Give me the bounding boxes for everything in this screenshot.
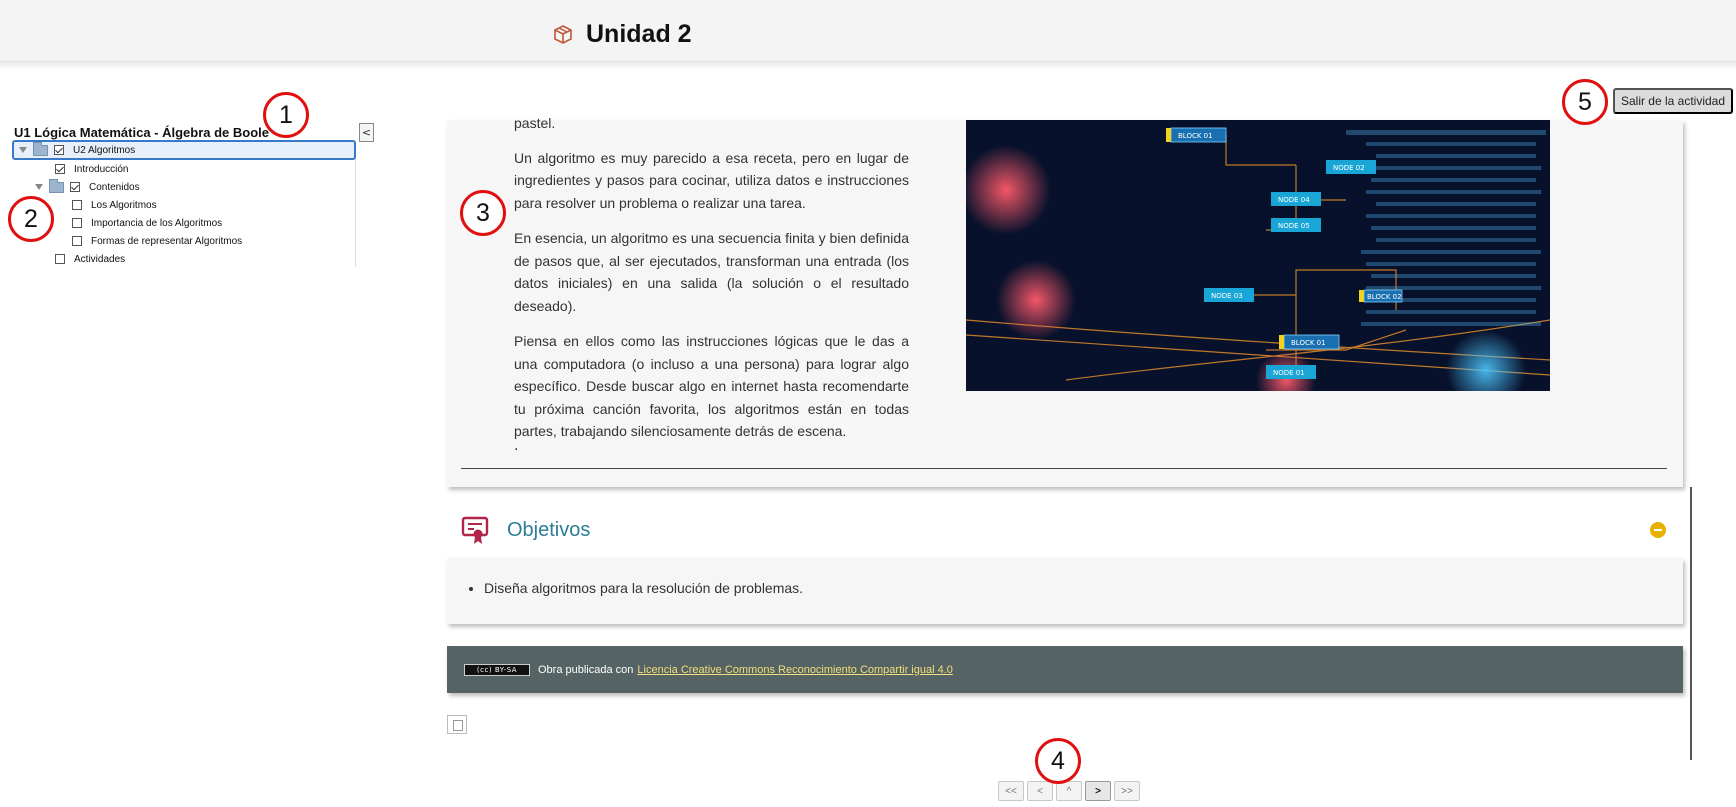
checkbox-icon bbox=[72, 200, 82, 210]
annotation-marker-3: 3 bbox=[460, 190, 506, 236]
tree-item-label: Formas de representar Algoritmos bbox=[91, 235, 243, 247]
top-bar: Unidad 2 bbox=[0, 0, 1736, 62]
paragraph-1: Un algoritmo es muy parecido a esa recet… bbox=[514, 149, 909, 211]
collapse-minus-icon[interactable] bbox=[1650, 522, 1666, 538]
pagination: << < ^ > >> bbox=[998, 781, 1140, 801]
cc-badge-label: BY-SA bbox=[494, 665, 518, 674]
page-edge bbox=[0, 62, 1736, 70]
tree-item-label: Importancia de los Algoritmos bbox=[91, 217, 223, 229]
folder-icon bbox=[49, 178, 64, 193]
annotation-marker-1: 1 bbox=[263, 92, 309, 138]
up-level-button[interactable]: ^ bbox=[1056, 781, 1082, 801]
license-text: Obra publicada con bbox=[538, 663, 634, 676]
image-label: NODE 05 bbox=[1278, 222, 1310, 230]
first-page-button[interactable]: << bbox=[998, 781, 1024, 801]
license-footer: (cc) BY-SA Obra publicada con Licencia C… bbox=[447, 646, 1683, 693]
tree-item-label: Actividades bbox=[74, 253, 126, 265]
tree-item-introduccion[interactable]: Introducción bbox=[55, 160, 128, 178]
trailing-dot: . bbox=[514, 438, 519, 454]
cc-license-badge: (cc) BY-SA bbox=[464, 663, 530, 676]
next-page-button[interactable]: > bbox=[1085, 781, 1111, 801]
content-text: pastel. Un algoritmo es muy parecido a e… bbox=[514, 115, 909, 456]
page-title: Unidad 2 bbox=[586, 20, 692, 48]
list-item: Diseña algoritmos para la resolución de … bbox=[484, 580, 803, 596]
license-link[interactable]: Licencia Creative Commons Reconocimiento… bbox=[637, 664, 952, 676]
checkbox-checked-icon bbox=[55, 164, 65, 174]
cc-icon: (cc) bbox=[476, 665, 495, 674]
image-label: BLOCK 02 bbox=[1367, 293, 1402, 301]
checkbox-icon bbox=[72, 218, 82, 228]
image-label: NODE 02 bbox=[1333, 164, 1365, 172]
paragraph-3: Piensa en ellos como las instrucciones l… bbox=[514, 333, 909, 439]
content-divider bbox=[461, 468, 1667, 469]
image-label: NODE 04 bbox=[1278, 196, 1310, 204]
checkbox-icon bbox=[55, 254, 65, 264]
image-label: NODE 03 bbox=[1211, 292, 1243, 300]
tree-item-u2-algoritmos[interactable]: U2 Algoritmos bbox=[12, 140, 356, 160]
prev-page-button[interactable]: < bbox=[1027, 781, 1053, 801]
tree-divider bbox=[355, 142, 356, 267]
tree-item-label: Introducción bbox=[74, 163, 129, 175]
text-fragment: pastel. bbox=[514, 115, 556, 131]
document-icon[interactable] bbox=[447, 715, 467, 734]
paragraph-2: En esencia, un algoritmo es una secuenci… bbox=[514, 230, 909, 314]
page-header: Unidad 2 bbox=[552, 20, 692, 49]
annotation-marker-5: 5 bbox=[1562, 79, 1608, 125]
tree-item-label: Contenidos bbox=[89, 181, 140, 193]
tree-item-actividades[interactable]: Actividades bbox=[55, 250, 125, 268]
image-label: BLOCK 01 bbox=[1178, 132, 1213, 140]
checkbox-icon bbox=[72, 236, 82, 246]
certificate-icon bbox=[461, 516, 489, 544]
image-label: NODE 01 bbox=[1273, 369, 1305, 377]
tree-item-formas[interactable]: Formas de representar Algoritmos bbox=[72, 232, 242, 250]
collapse-tree-button[interactable]: < bbox=[359, 123, 374, 142]
objectives-header: Objetivos bbox=[447, 506, 1683, 558]
annotation-marker-4: 4 bbox=[1035, 738, 1081, 784]
tree-item-label: U2 Algoritmos bbox=[73, 144, 136, 156]
image-label: BLOCK 01 bbox=[1291, 339, 1326, 347]
exit-activity-button[interactable]: Salir de la actividad bbox=[1613, 88, 1733, 114]
objectives-body: Diseña algoritmos para la resolución de … bbox=[447, 558, 1683, 624]
expand-arrow-icon[interactable] bbox=[35, 184, 43, 190]
expand-arrow-icon[interactable] bbox=[19, 147, 27, 153]
algorithm-network-image: BLOCK 01 NODE 02 NODE 04 NODE 05 NODE 03… bbox=[966, 120, 1550, 391]
checkbox-checked-icon bbox=[70, 182, 80, 192]
folder-icon bbox=[33, 141, 48, 156]
tree-item-importancia[interactable]: Importancia de los Algoritmos bbox=[72, 214, 222, 232]
content-scroll-edge bbox=[1690, 487, 1692, 760]
tree-item-los-algoritmos[interactable]: Los Algoritmos bbox=[72, 196, 157, 214]
checkbox-checked-icon bbox=[54, 145, 64, 155]
tree-item-contenidos[interactable]: Contenidos bbox=[35, 178, 140, 196]
tree-root-title[interactable]: U1 Lógica Matemática - Álgebra de Boole bbox=[14, 125, 269, 140]
box-icon bbox=[554, 24, 572, 44]
last-page-button[interactable]: >> bbox=[1114, 781, 1140, 801]
objectives-list: Diseña algoritmos para la resolución de … bbox=[484, 580, 803, 596]
annotation-marker-2: 2 bbox=[8, 196, 54, 242]
tree-item-label: Los Algoritmos bbox=[91, 199, 157, 211]
objectives-title: Objetivos bbox=[507, 519, 591, 541]
